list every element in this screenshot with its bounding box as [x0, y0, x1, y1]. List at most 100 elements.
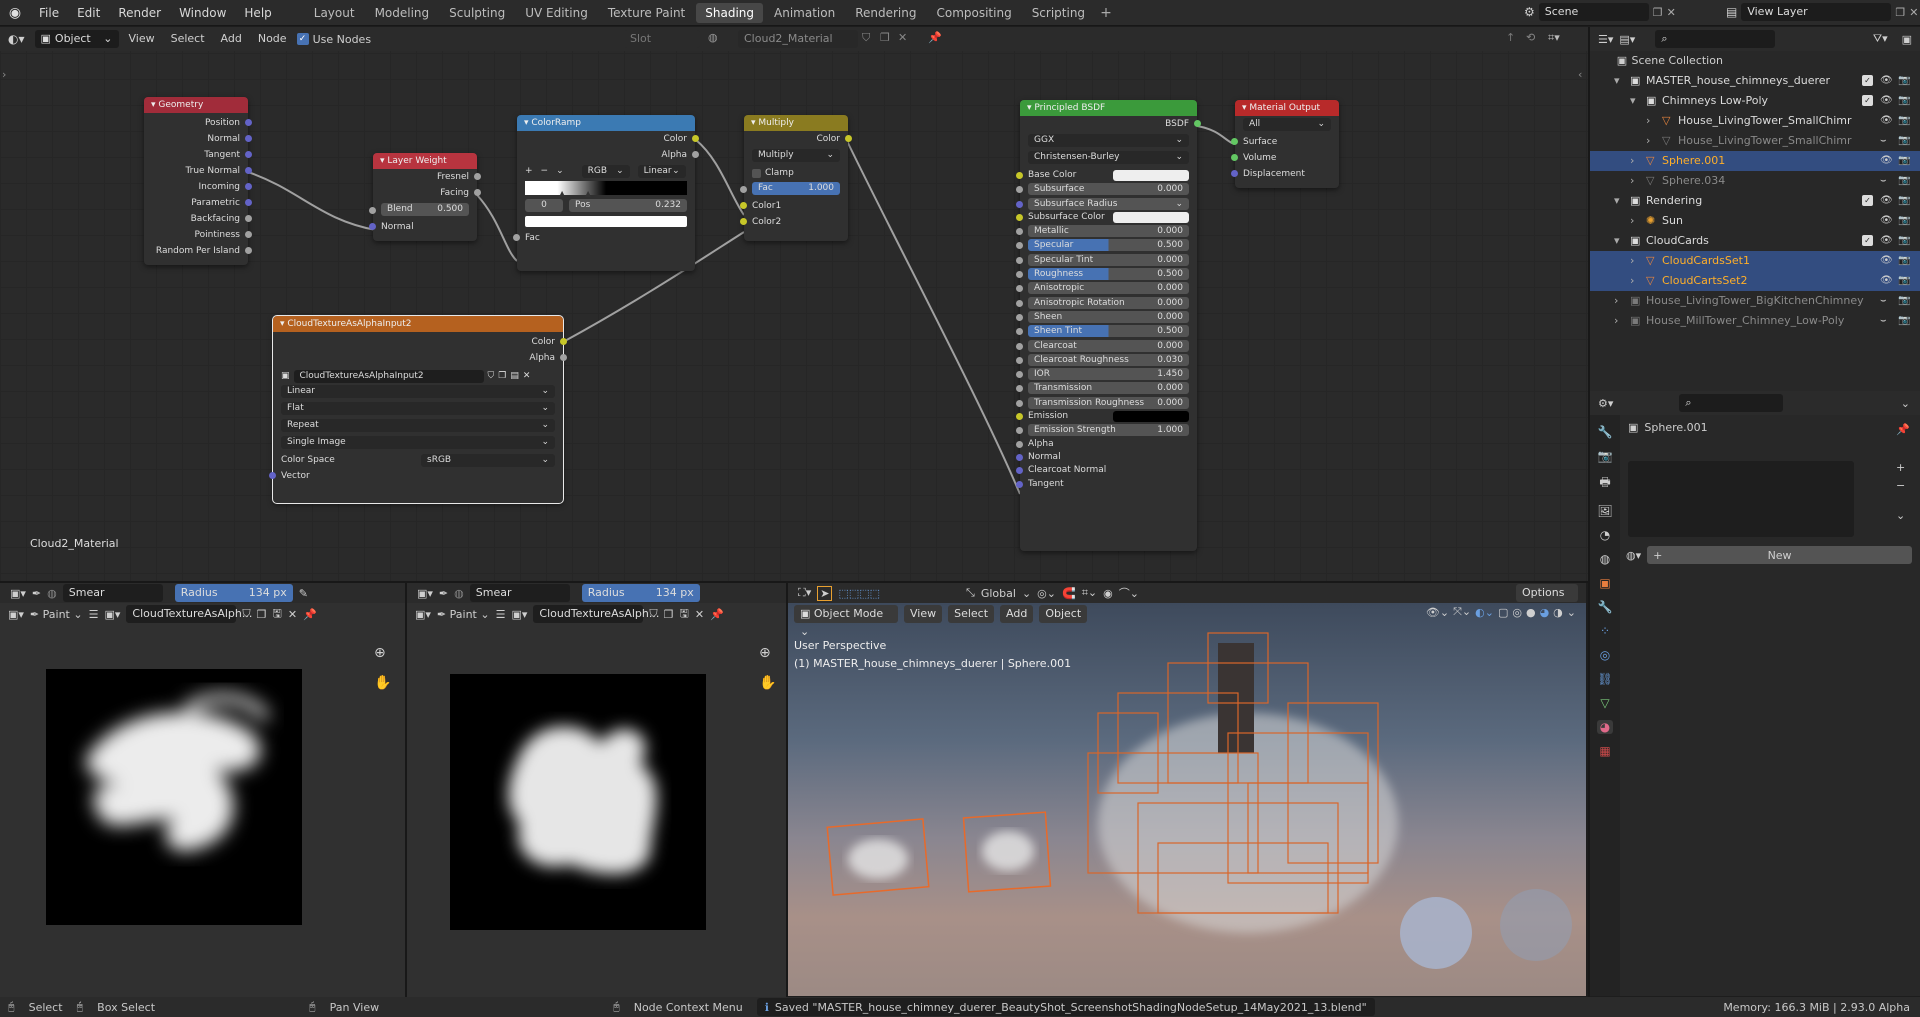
socket-dot[interactable]	[369, 223, 376, 230]
new-scene-icon[interactable]: ❐	[1653, 6, 1663, 19]
value-slider[interactable]: Transmission 0.000	[1028, 382, 1189, 395]
socket-dot[interactable]	[1016, 399, 1023, 407]
socket-dot[interactable]	[1016, 228, 1023, 236]
hamburger-menu-icon[interactable]: ☰	[496, 608, 506, 621]
socket-dot[interactable]	[1016, 242, 1023, 250]
render-camera-icon[interactable]: 📷	[1898, 171, 1910, 191]
render-camera-icon[interactable]: 📷	[1898, 131, 1910, 151]
color-swatch[interactable]	[1113, 212, 1189, 224]
view-layer-icon[interactable]: ▤	[1726, 5, 1737, 19]
visibility-eye-icon[interactable]: 👁	[1880, 231, 1893, 251]
open-image-icon[interactable]: ▤	[510, 368, 519, 384]
brush-name-field[interactable]: Smear	[62, 584, 163, 602]
socket-dot[interactable]	[1016, 299, 1023, 307]
save-image-icon[interactable]: 🖫	[273, 605, 282, 624]
image-texture-header[interactable]: ▾ CloudTextureAsAlphaInput2	[273, 316, 563, 332]
color-ramp-header[interactable]: ▾ ColorRamp	[517, 115, 695, 131]
disclosure-closed-icon[interactable]: ›	[1646, 131, 1650, 151]
render-camera-icon[interactable]: 📷	[1898, 211, 1910, 231]
socket-dot[interactable]	[245, 247, 252, 254]
bsdf-header[interactable]: ▾ Principled BSDF	[1020, 100, 1197, 116]
sidebar-expand-icon[interactable]: ‹	[1578, 68, 1582, 81]
disclosure-open-icon[interactable]: ▾	[1614, 71, 1620, 91]
brush-name-field[interactable]: Smear	[469, 584, 570, 602]
exclude-checkbox[interactable]: ✓	[1862, 235, 1873, 246]
socket-dot[interactable]	[1016, 271, 1023, 279]
render-camera-icon[interactable]: 📷	[1898, 151, 1910, 171]
socket-dot[interactable]	[1016, 371, 1023, 379]
fac-slider[interactable]: Fac 1.000	[752, 182, 840, 195]
fake-user-icon[interactable]: ⛉	[649, 607, 657, 621]
editor-type-icon[interactable]: ▣▾	[415, 608, 431, 621]
box-select-mode-icon[interactable]: ⬚⬚⬚⬚	[838, 587, 880, 600]
outliner-row-chimneys-low-poly[interactable]: ▾ ▣ Chimneys Low-Poly ✓ 👁 📷	[1590, 91, 1920, 111]
mode-dropdown[interactable]: ✒ Paint ⌄	[30, 608, 83, 621]
socket-dot[interactable]	[1016, 328, 1023, 336]
outliner-row-house-livingtower-smallchimr[interactable]: › ▽ House_LivingTower_SmallChimr 👁 📷	[1590, 111, 1920, 131]
pivot-icon[interactable]: ◎⌄	[1037, 587, 1056, 600]
value-slider[interactable]: Emission Strength 1.000	[1028, 424, 1189, 437]
pin-icon[interactable]: 📌	[303, 608, 317, 621]
image-browse-icon[interactable]: ▣▾	[511, 608, 527, 621]
multiply-header[interactable]: ▾ Multiply	[744, 115, 848, 131]
render-tab-icon[interactable]: 📷	[1598, 449, 1613, 463]
disclosure-closed-icon[interactable]: ›	[1614, 291, 1618, 311]
socket-dot[interactable]	[245, 199, 252, 206]
socket-dot[interactable]	[474, 173, 481, 180]
hidden-eye-icon[interactable]: ⌣	[1880, 311, 1887, 331]
falloff-icon[interactable]: ⌒⌄	[1119, 585, 1139, 601]
value-slider[interactable]: Transmission Roughness 0.000	[1028, 396, 1189, 409]
socket-dot[interactable]	[1016, 440, 1023, 448]
socket-dot[interactable]	[1016, 427, 1023, 435]
socket-dot[interactable]	[1231, 154, 1238, 161]
geometry-node-header[interactable]: ▾ Geometry	[144, 97, 248, 113]
socket-dot[interactable]	[245, 119, 252, 126]
clamp-checkbox[interactable]	[752, 168, 761, 178]
brush-icon[interactable]: ✒	[439, 587, 448, 600]
visibility-eye-icon[interactable]: 👁	[1880, 91, 1893, 111]
add-stop-icon[interactable]: +	[525, 163, 533, 179]
hidden-eye-icon[interactable]: ⌣	[1880, 171, 1887, 191]
socket-dot[interactable]	[692, 151, 699, 158]
image-browse-icon[interactable]: ▣▾	[104, 608, 120, 621]
value-slider[interactable]: IOR 1.450	[1028, 368, 1189, 381]
material-tab-icon[interactable]: ◕	[1596, 720, 1614, 734]
new-material-button[interactable]: + New	[1647, 546, 1912, 564]
outliner-row-cloudcards[interactable]: ▾ ▣ CloudCards ✓ 👁 📷	[1590, 231, 1920, 251]
stop-index-field[interactable]: 0	[525, 198, 563, 212]
add-slot-icon[interactable]: +	[1896, 461, 1905, 474]
pin-icon[interactable]: 📌	[710, 608, 724, 621]
pressure-icon[interactable]: ✎	[299, 587, 308, 600]
world-tab-icon[interactable]: ◍	[1600, 552, 1610, 566]
color-ramp-node[interactable]: ▾ ColorRamp Color Alpha + − ⌄ RGB ⌄ Linear ⌄…	[513, 115, 699, 271]
socket-dot[interactable]	[1016, 342, 1023, 350]
value-slider[interactable]: Sheen Tint 0.500	[1028, 325, 1189, 338]
outliner-row-cloudcardsset1[interactable]: › ▽ CloudCardsSet1 👁 📷	[1590, 251, 1920, 271]
socket-dot[interactable]	[245, 183, 252, 190]
socket-dot[interactable]	[740, 186, 747, 193]
socket-dot[interactable]	[1016, 285, 1023, 293]
color-space-dropdown[interactable]: sRGB ⌄	[421, 453, 555, 467]
unlink-image-icon[interactable]: ✕	[523, 368, 531, 384]
object-tab-icon[interactable]: ▣	[1599, 576, 1610, 590]
pan-hand-icon[interactable]: ✋	[759, 675, 776, 691]
socket-dot[interactable]	[740, 218, 747, 225]
material-slot-list[interactable]	[1628, 461, 1854, 537]
report-message[interactable]: ℹ Saved "MASTER_house_chimney_duerer_Beau…	[756, 998, 1375, 1016]
remove-slot-icon[interactable]: −	[1896, 479, 1905, 492]
display-mode-icon[interactable]: ▤▾	[1619, 33, 1635, 46]
disclosure-open-icon[interactable]: ▾	[1614, 231, 1620, 251]
output-tab-icon[interactable]: 🖶	[1599, 473, 1610, 494]
material-browse-icon[interactable]: ◍▾	[1626, 549, 1641, 562]
socket-dot[interactable]	[369, 207, 376, 214]
fake-user-icon[interactable]: ⛉	[488, 368, 495, 384]
socket-dot[interactable]	[1016, 480, 1023, 488]
disclosure-closed-icon[interactable]: ›	[1646, 111, 1650, 131]
socket-dot[interactable]	[1016, 453, 1023, 461]
fake-user-icon[interactable]: ⛉	[242, 607, 250, 621]
visibility-eye-icon[interactable]: 👁	[1880, 191, 1893, 211]
visibility-eye-icon[interactable]: 👁	[1880, 151, 1893, 171]
principled-bsdf-node[interactable]: ▾ Principled BSDF BSDF GGX ⌄ Christensen-…	[1016, 100, 1201, 551]
outliner-row-sphere-034[interactable]: › ▽ Sphere.034 ⌣ 📷	[1590, 171, 1920, 191]
chevron-down-icon[interactable]: ⌄	[1901, 397, 1910, 410]
